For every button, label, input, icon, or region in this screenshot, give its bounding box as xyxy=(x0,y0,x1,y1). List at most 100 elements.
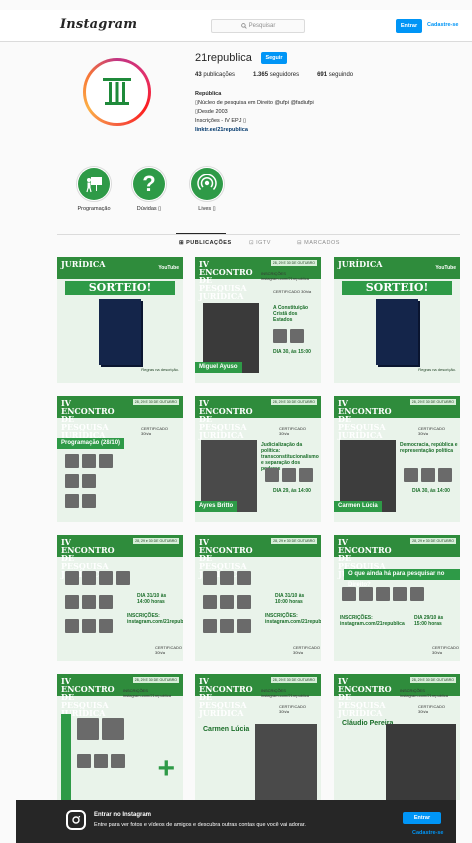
speaker-thumbnails xyxy=(65,619,113,633)
profile-bio: República ▯Núcleo de pesquisa em Direito… xyxy=(195,90,314,135)
banner-login-button[interactable]: Entrar xyxy=(403,812,441,824)
signup-link[interactable]: Cadastre-se xyxy=(427,22,459,28)
followers-count: 1.365 xyxy=(253,72,269,78)
speaker-thumbnails xyxy=(77,754,125,768)
post-tile[interactable]: JURÍDICA YouTube SORTEIO! Regras na desc… xyxy=(57,257,183,383)
tab-marcados[interactable]: ⊟ MARCADOS xyxy=(297,240,340,246)
post-tile[interactable]: IV ENCONTRO DE PESQUISA JURÍDICA 28, 29 … xyxy=(195,396,321,522)
speaker-thumbnails xyxy=(273,329,304,343)
post-section: Programação (28/10) xyxy=(57,438,125,449)
post-footer: Regras na descrição. xyxy=(141,367,179,372)
post-tile[interactable]: IV ENCONTRO DE PESQUISA JURÍDICA 28, 29 … xyxy=(334,674,460,800)
speaker-thumbnails xyxy=(203,595,251,609)
post-tile[interactable]: IV ENCONTRO DE PESQUISA JURÍDICA 28, 29 … xyxy=(195,257,321,383)
post-topic: A Constituição Cristã dos Estados xyxy=(273,305,309,323)
post-certificate: CERTIFICADO 30h/a xyxy=(432,645,460,655)
followers-stat[interactable]: 1.365 seguidores xyxy=(253,72,299,78)
bio-line-3: Inscrições - IV EPJ ▯ xyxy=(195,118,247,124)
instagram-profile-page: Instagram Pesquisar Entrar Cadastre-se 2… xyxy=(0,0,472,843)
speaker-photo xyxy=(255,724,317,800)
speaker-photo xyxy=(386,724,456,800)
bio-line-1: ▯Núcleo de pesquisa em Direito @ufpi @fa… xyxy=(195,100,314,106)
highlight-label: Programação xyxy=(77,206,111,212)
live-broadcast-icon xyxy=(197,174,217,191)
igtv-icon: ⊡ xyxy=(249,240,255,246)
tagged-icon: ⊟ xyxy=(297,240,303,246)
post-tile[interactable]: IV ENCONTRO DE PESQUISA JURÍDICA 28, 29 … xyxy=(334,535,460,661)
post-certificate: CERTIFICADO 30h/a xyxy=(141,426,169,436)
youtube-badge: YouTube xyxy=(435,265,456,271)
speaker-thumbnails xyxy=(65,494,96,508)
speaker-caption: Carmen Lúcia xyxy=(334,501,382,512)
posts-label: publicações xyxy=(203,72,236,78)
book-cover-image xyxy=(99,299,141,365)
speaker-thumbnails xyxy=(65,454,113,468)
post-topic: Democracia, república e representação po… xyxy=(400,442,458,454)
instagram-logo[interactable]: Instagram xyxy=(60,17,137,32)
posts-stat: 43 publicações xyxy=(195,72,235,78)
post-tile[interactable]: JURÍDICA YouTube SORTEIO! Regras na desc… xyxy=(334,257,460,383)
post-certificate: CERTIFICADO 30h/a xyxy=(418,704,446,714)
post-tile[interactable]: IV ENCONTRO DE PESQUISA JURÍDICA 28, 29 … xyxy=(57,535,183,661)
post-when: DIA 31/10 às 14:00 horas xyxy=(137,593,167,605)
banner-signup-link[interactable]: Cadastre-se xyxy=(412,830,444,836)
instagram-glyph-icon xyxy=(66,810,86,830)
highlight-programacao[interactable]: Programação xyxy=(72,166,116,212)
following-count: 691 xyxy=(317,72,328,78)
tab-igtv[interactable]: ⊡ IGTV xyxy=(249,240,271,246)
post-date: 28, 29 E 30 DE OUTUBRO xyxy=(270,399,317,405)
highlight-duvidas[interactable]: ? Dúvidas ▯ xyxy=(127,166,171,212)
highlight-lives[interactable]: Lives ▯ xyxy=(185,166,229,212)
login-button[interactable]: Entrar xyxy=(396,19,422,33)
post-date: 28, 29 E 30 DE OUTUBRO xyxy=(132,399,179,405)
post-info: INSCRIÇÕES: instagram.com/21republica xyxy=(265,613,321,625)
top-navigation-bar: Instagram Pesquisar Entrar Cadastre-se xyxy=(0,10,472,42)
speaker-caption: Carmen Lúcia xyxy=(203,726,250,733)
post-topic: O que ainda há para pesquisar no Direito… xyxy=(344,569,460,588)
speaker-thumbnails xyxy=(77,718,124,740)
post-title: IV ENCONTRO DE PESQUISA JURÍDICA xyxy=(61,398,115,440)
post-tile[interactable]: IV ENCONTRO DE PESQUISA JURÍDICA 28, 29 … xyxy=(195,674,321,800)
search-input[interactable]: Pesquisar xyxy=(211,19,305,33)
post-date: 28, 29 E 30 DE OUTUBRO xyxy=(409,399,456,405)
post-certificate: CERTIFICADO 30h/a xyxy=(418,426,446,436)
speaker-thumbnails xyxy=(65,474,96,488)
speaker-caption: Miguel Ayuso xyxy=(195,362,242,373)
post-tile[interactable]: IV ENCONTRO DE PESQUISA JURÍDICA 28, 29 … xyxy=(57,396,183,522)
highlight-label: Dúvidas ▯ xyxy=(136,206,162,212)
post-date: 28, 29 e 30 DE OUTUBRO xyxy=(410,538,456,544)
post-date: 28, 29 E 30 DE OUTUBRO xyxy=(270,260,317,266)
columns-logo-icon xyxy=(103,78,131,105)
profile-avatar-ring[interactable] xyxy=(83,58,151,126)
vertical-band xyxy=(61,714,71,800)
login-banner: Entrar no Instagram Entre para ver fotos… xyxy=(16,800,456,843)
post-certificate: CERTIFICADO 30h/a xyxy=(155,645,183,655)
post-tile[interactable]: IV ENCONTRO DE PESQUISA JURÍDICA 28, 29 … xyxy=(57,674,183,800)
speaker-thumbnails xyxy=(65,571,130,585)
speaker-thumbnails xyxy=(65,595,113,609)
bio-link[interactable]: linktr.ee/21republica xyxy=(195,126,314,135)
post-title: IV ENCONTRO DE PESQUISA JURÍDICA xyxy=(338,398,392,440)
banner-title: Entrar no Instagram xyxy=(94,812,152,818)
post-date: 28, 29 e 30 DE OUTUBRO xyxy=(133,538,179,544)
post-date: 28, 29 E 30 DE OUTUBRO xyxy=(270,677,317,683)
presentation-icon xyxy=(86,177,102,193)
active-tab-indicator xyxy=(176,233,226,234)
tabs-divider xyxy=(57,234,460,235)
post-tile[interactable]: IV ENCONTRO DE PESQUISA JURÍDICA 28, 29 … xyxy=(195,535,321,661)
post-when: DIA 31/10 às 10:00 horas xyxy=(275,593,305,605)
speaker-thumbnails xyxy=(342,587,424,601)
post-when: DIA 30, às 14:00 xyxy=(412,488,450,494)
post-info: INSCRIÇÕES instagram.com/21republica xyxy=(123,688,172,698)
post-date: 28, 29 e 30 DE OUTUBRO xyxy=(271,538,317,544)
bio-line-2: ▯Desde 2003 xyxy=(195,109,228,115)
tab-publicacoes[interactable]: ⊞ PUBLICAÇÕES xyxy=(179,240,232,246)
avatar xyxy=(86,61,148,123)
following-stat[interactable]: 691 seguindo xyxy=(317,72,353,78)
speaker-caption: Ayres Britto xyxy=(195,501,238,512)
follow-button[interactable]: Seguir xyxy=(261,52,287,64)
post-date: 28, 29 E 30 DE OUTUBRO xyxy=(409,677,456,683)
profile-name: República xyxy=(195,91,222,97)
post-headline: SORTEIO! xyxy=(342,281,452,295)
post-tile[interactable]: IV ENCONTRO DE PESQUISA JURÍDICA 28, 29 … xyxy=(334,396,460,522)
